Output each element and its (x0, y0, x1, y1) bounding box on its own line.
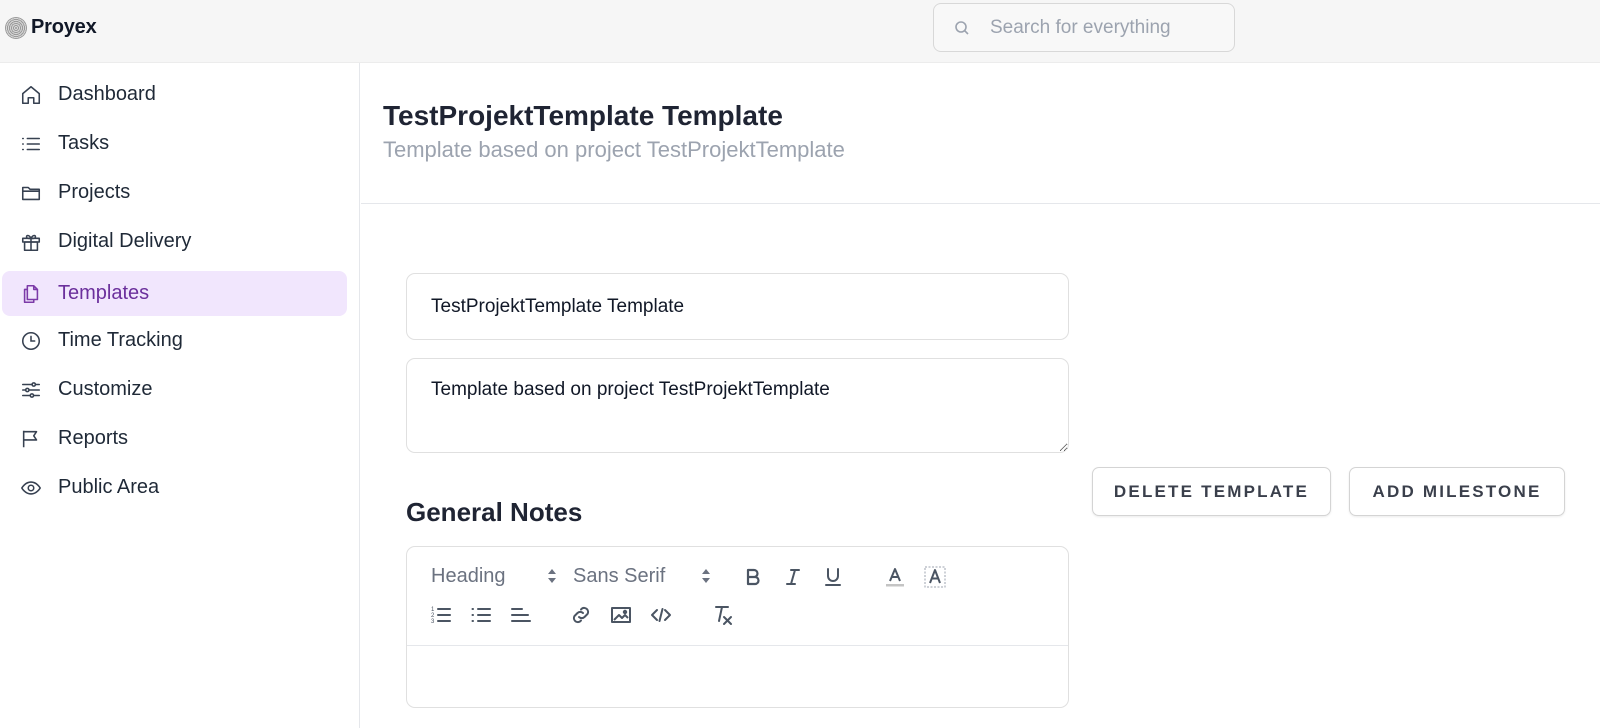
search-box[interactable] (933, 3, 1235, 52)
clock-icon (20, 330, 42, 352)
sidebar-item-label: Customize (58, 378, 153, 400)
text-color-icon[interactable] (881, 563, 909, 591)
ordered-list-icon[interactable]: 123 (427, 601, 455, 629)
sidebar-item-customize[interactable]: Customize (2, 367, 347, 412)
notes-editor: Heading Sans Serif 123 (406, 546, 1069, 708)
app-logo[interactable]: Proyex (5, 16, 97, 39)
template-description-field[interactable]: Template based on project TestProjektTem… (406, 358, 1069, 453)
sidebar-item-public-area[interactable]: Public Area (2, 465, 347, 510)
select-arrows-icon (548, 569, 556, 583)
list-icon (20, 133, 42, 155)
clear-formatting-icon[interactable] (709, 601, 737, 629)
bold-icon[interactable] (739, 563, 767, 591)
delete-template-button[interactable]: DELETE TEMPLATE (1092, 467, 1331, 516)
add-milestone-button[interactable]: ADD MILESTONE (1349, 467, 1565, 516)
documents-icon (20, 283, 42, 305)
search-input[interactable] (990, 16, 1210, 39)
sidebar-item-label: Reports (58, 427, 129, 449)
app-name: Proyex (31, 16, 97, 38)
bullet-list-icon[interactable] (467, 601, 495, 629)
heading-select-value: Heading (431, 564, 506, 587)
heading-select[interactable]: Heading (431, 563, 557, 589)
svg-text:3: 3 (431, 619, 435, 625)
editor-body[interactable] (407, 647, 1068, 707)
sidebar-item-label: Tasks (58, 132, 110, 154)
sliders-icon (20, 379, 42, 401)
italic-icon[interactable] (779, 563, 807, 591)
sidebar-item-digital-delivery[interactable]: Digital Delivery (2, 219, 347, 264)
sidebar-item-templates[interactable]: Templates (2, 271, 347, 316)
page-title: TestProjektTemplate Template (383, 100, 783, 131)
font-select[interactable]: Sans Serif (573, 563, 713, 589)
editor-toolbar: Heading Sans Serif 123 (407, 547, 1068, 646)
eye-icon (20, 477, 42, 499)
underline-icon[interactable] (819, 563, 847, 591)
home-icon (20, 84, 42, 106)
code-icon[interactable] (647, 601, 675, 629)
link-icon[interactable] (567, 601, 595, 629)
logo-mark-icon (5, 16, 27, 39)
sidebar-item-label: Digital Delivery (58, 230, 192, 252)
page-header: TestProjektTemplate Template Template ba… (361, 63, 1600, 204)
align-icon[interactable] (507, 601, 535, 629)
sidebar-item-tasks[interactable]: Tasks (2, 121, 347, 166)
folder-icon (20, 182, 42, 204)
sidebar-item-dashboard[interactable]: Dashboard (2, 72, 347, 117)
sidebar-item-reports[interactable]: Reports (2, 416, 347, 461)
sidebar: Dashboard Tasks Projects Digital Deliver… (0, 63, 360, 728)
select-arrows-icon (702, 569, 710, 583)
flag-icon (20, 428, 42, 450)
sidebar-item-time-tracking[interactable]: Time Tracking (2, 318, 347, 363)
top-bar: Proyex (0, 0, 1600, 63)
search-icon (955, 20, 969, 35)
sidebar-item-label: Projects (58, 181, 131, 203)
sidebar-item-label: Public Area (58, 476, 160, 498)
sidebar-item-label: Dashboard (58, 83, 156, 105)
page-subtitle: Template based on project TestProjektTem… (383, 137, 845, 162)
sidebar-item-label: Time Tracking (58, 329, 183, 351)
template-name-field[interactable] (406, 273, 1069, 340)
sidebar-item-label: Templates (58, 282, 150, 304)
font-select-value: Sans Serif (573, 564, 666, 587)
sidebar-item-projects[interactable]: Projects (2, 170, 347, 215)
background-color-icon[interactable] (921, 563, 949, 591)
gift-icon (20, 231, 42, 253)
image-icon[interactable] (607, 601, 635, 629)
general-notes-heading: General Notes (406, 497, 583, 527)
